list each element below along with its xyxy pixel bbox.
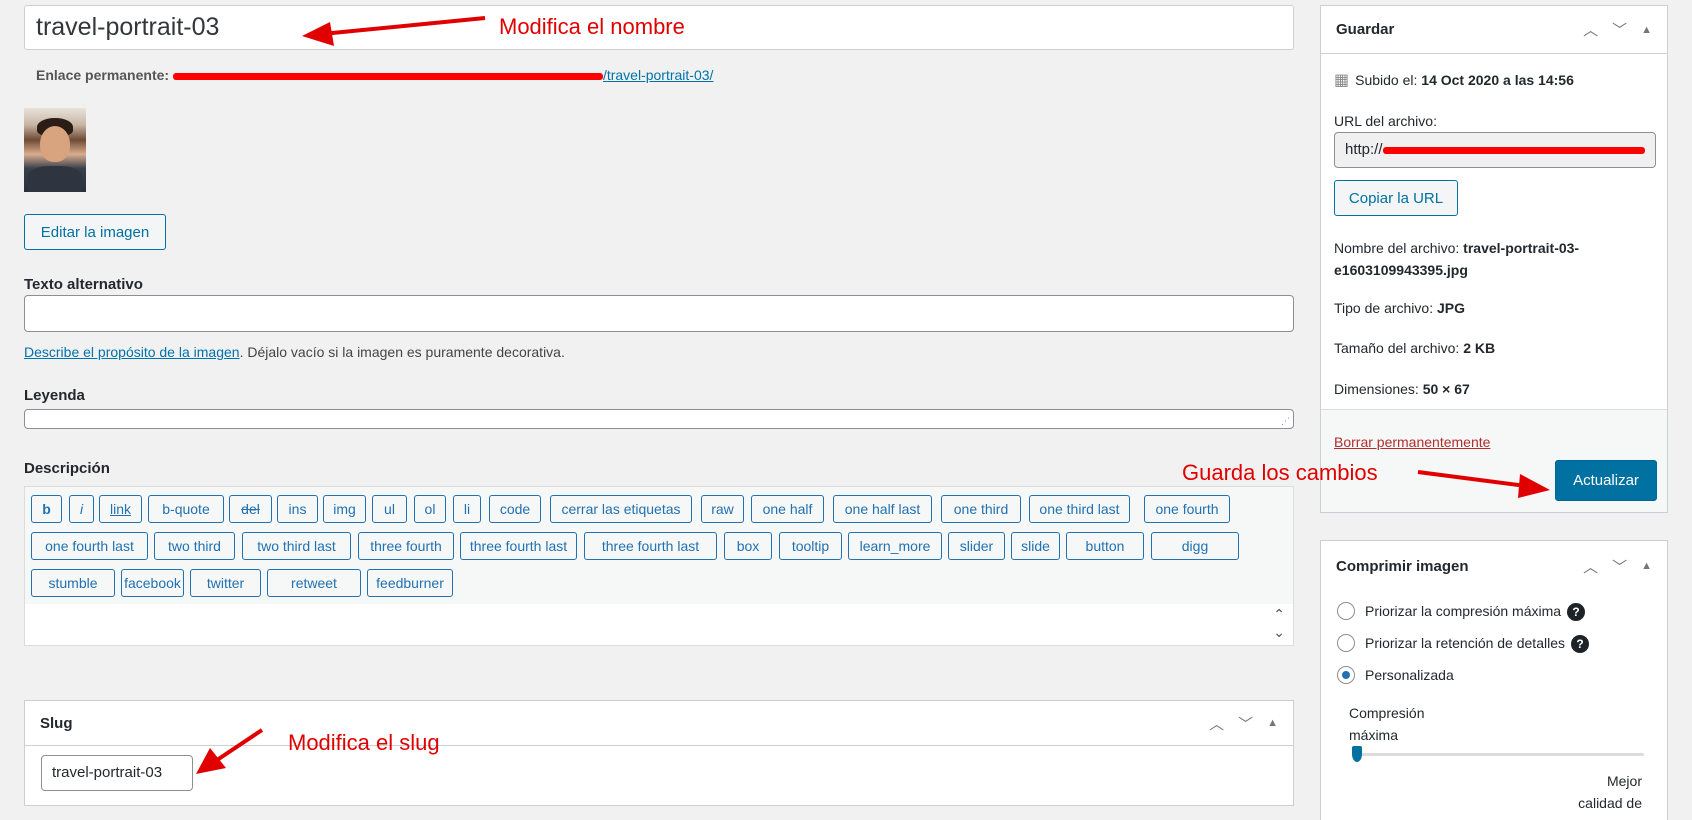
quicktag-button[interactable]: del [229,495,272,523]
quicktag-button[interactable]: one half last [833,495,932,523]
permalink-label: Enlace permanente: [36,67,170,83]
toggle-panel-icon[interactable]: ▲ [1641,24,1652,36]
edit-image-button[interactable]: Editar la imagen [24,214,166,250]
alt-text-help: Describe el propósito de la imagen. Déja… [24,344,565,360]
compress-box-title: Comprimir imagen [1336,557,1469,575]
caption-textarea[interactable]: ⋰ [24,409,1294,429]
alt-text-help-text: . Déjalo vacío si la imagen es puramente… [239,344,565,360]
quicktag-button[interactable]: box [724,532,772,560]
quicktag-button[interactable]: slide [1011,532,1060,560]
quicktag-button[interactable]: facebook [121,569,184,597]
quicktag-button[interactable]: ul [372,495,407,523]
quicktag-button[interactable]: li [453,495,481,523]
quicktag-button[interactable]: one fourth [1144,495,1230,523]
quicktag-button[interactable]: code [489,495,541,523]
slug-input[interactable]: travel-portrait-03 [41,755,193,791]
quicktag-button[interactable]: cerrar las etiquetas [550,495,692,523]
permalink-link[interactable]: /travel-portrait-03/ [172,67,713,83]
update-button[interactable]: Actualizar [1555,460,1657,501]
quicktag-button[interactable]: b [31,495,62,523]
alt-text-input[interactable] [24,295,1294,332]
arrow-annotation-slug [196,728,264,774]
description-label: Descripción [24,460,110,477]
move-down-icon[interactable]: ﹀ [1612,556,1627,577]
move-down-icon[interactable]: ﹀ [1612,19,1627,40]
quicktag-button[interactable]: one third last [1029,495,1130,523]
save-box-title: Guardar [1336,21,1395,38]
quicktag-button[interactable]: three fourth last [584,532,717,560]
radio-max-compression[interactable] [1337,602,1355,620]
permalink-redaction [172,72,603,80]
file-name: Nombre del archivo: travel-portrait-03- e… [1334,240,1580,278]
arrow-annotation-update [1417,470,1550,498]
file-type: Tipo de archivo: JPG [1334,300,1465,316]
quicktag-button[interactable]: three fourth last [460,532,577,560]
quicktag-button[interactable]: tooltip [779,532,842,560]
quicktag-button[interactable]: slider [948,532,1005,560]
alt-text-help-link[interactable]: Describe el propósito de la imagen [24,344,240,360]
option-max-compression: Priorizar la compresión máxima? [1365,603,1586,622]
annotation-update: Guarda los cambios [1182,460,1378,485]
quicktag-button[interactable]: learn_more [848,532,942,560]
quicktag-button[interactable]: one third [941,495,1021,523]
quicktag-button[interactable]: img [323,495,366,523]
file-url-label: URL del archivo: [1334,113,1437,129]
delete-permanently-link[interactable]: Borrar permanentemente [1334,434,1490,450]
compression-slider-thumb[interactable] [1352,746,1362,762]
quicktag-button[interactable]: ol [414,495,446,523]
quicktag-button[interactable]: ins [277,495,318,523]
annotation-slug: Modifica el slug [288,730,440,755]
resize-handle-icon[interactable]: ⋰ [1281,416,1290,427]
option-detail-retention: Priorizar la retención de detalles? [1365,635,1589,654]
quicktag-button[interactable]: two third last [242,532,351,560]
slider-right-label: Mejor calidad de [1578,773,1642,811]
file-size: Tamaño del archivo: 2 KB [1334,340,1496,356]
quicktag-button[interactable]: i [69,495,94,523]
toggle-panel-icon[interactable]: ▲ [1267,717,1278,729]
quicktag-button[interactable]: link [99,495,142,523]
caption-label: Leyenda [24,387,85,404]
permalink: Enlace permanente: /travel-portrait-03/ [36,67,713,83]
radio-custom[interactable] [1337,666,1355,684]
slug-box-title: Slug [40,714,73,732]
quicktag-button[interactable]: b-quote [148,495,224,523]
quicktag-button[interactable]: raw [701,495,744,523]
quicktag-button[interactable]: one half [751,495,824,523]
alt-text-label: Texto alternativo [24,276,143,293]
dimensions: Dimensiones: 50 × 67 [1334,381,1470,397]
quicktag-button[interactable]: two third [154,532,235,560]
toggle-panel-icon[interactable]: ▲ [1641,560,1652,572]
calendar-icon: ▦ [1334,72,1350,89]
description-textarea[interactable]: ⌃ ⌄ [24,604,1294,646]
move-up-icon[interactable]: ︿ [1583,556,1598,577]
move-down-icon[interactable]: ﹀ [1238,713,1253,734]
quicktag-button[interactable]: twitter [190,569,261,597]
copy-url-button[interactable]: Copiar la URL [1334,180,1458,216]
uploaded-on: ▦ Subido el: 14 Oct 2020 a las 14:56 [1334,72,1574,89]
quicktag-button[interactable]: retweet [267,569,361,597]
help-icon[interactable]: ? [1567,603,1586,622]
move-up-icon[interactable]: ︿ [1209,713,1224,734]
quicktag-button[interactable]: feedburner [367,569,453,597]
annotation-title: Modifica el nombre [499,14,685,39]
quicktag-button[interactable]: digg [1151,532,1239,560]
quicktag-button[interactable]: one fourth last [31,532,148,560]
quicktag-button[interactable]: three fourth [358,532,454,560]
quicktag-button[interactable]: button [1066,532,1144,560]
arrow-annotation-title [302,16,486,46]
scroll-up-icon[interactable]: ⌃ [1273,606,1285,623]
quicktag-button[interactable]: stumble [31,569,115,597]
compression-slider-track[interactable] [1354,753,1644,756]
help-icon[interactable]: ? [1571,635,1589,654]
move-up-icon[interactable]: ︿ [1583,19,1598,40]
image-thumbnail [24,108,86,192]
option-custom: Personalizada [1365,667,1454,683]
file-url-redaction [1382,146,1645,154]
file-url-input[interactable]: http:// [1334,132,1656,168]
radio-detail-retention[interactable] [1337,634,1355,652]
slider-left-label: Compresión máxima [1349,705,1425,743]
scroll-down-icon[interactable]: ⌄ [1273,624,1285,641]
